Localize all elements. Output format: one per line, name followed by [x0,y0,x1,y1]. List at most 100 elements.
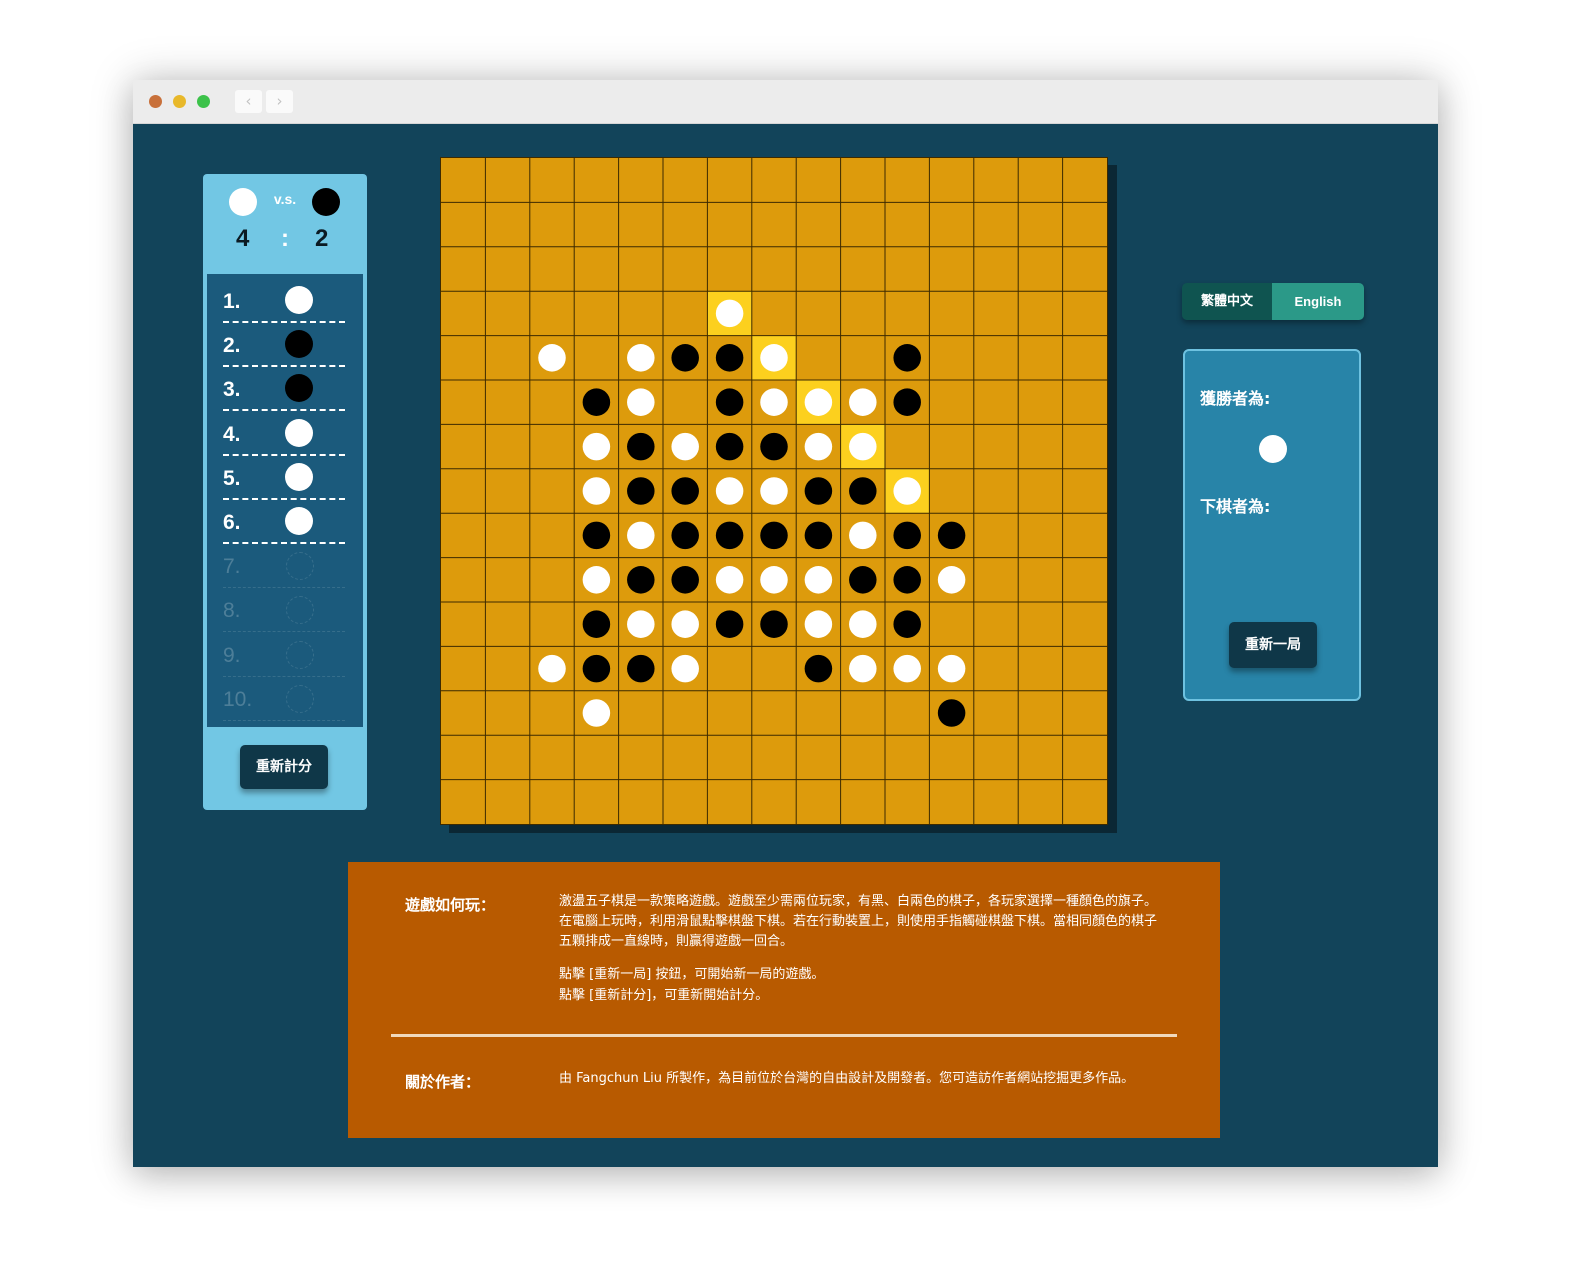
round-item: 10. [223,677,345,721]
white-stone [893,654,921,683]
new-game-button[interactable]: 重新一局 [1229,622,1317,668]
black-stone [715,432,744,461]
black-stone [804,521,833,550]
black-stone [627,566,655,594]
black-stone-icon [285,374,313,403]
versus-row: v.s. [203,187,367,217]
white-stone [715,566,744,594]
white-stone-icon [285,462,313,491]
score-panel: v.s. 4 : 2 1. 2. 3. 4. 5. 6. 7. 8. 9. 10. 重新計分 [203,174,367,810]
black-stone [893,610,921,638]
black-stone [671,566,699,594]
info-divider [391,1034,1177,1037]
black-stone [937,699,966,727]
minimize-window-button[interactable] [173,95,186,108]
black-stone [627,477,655,505]
white-stone-icon [285,286,313,314]
board-grid[interactable] [441,158,1109,826]
black-stone [582,610,611,638]
white-stone-icon [285,507,313,535]
gomoku-board[interactable] [440,157,1108,825]
black-stone [627,432,655,461]
white-score: 4 [236,225,250,252]
round-number: 3. [223,378,241,402]
maximize-window-button[interactable] [197,95,210,108]
empty-round-icon [286,552,314,581]
black-stone [893,566,921,594]
howto-text: 激盪五子棋是一款策略遊戲。遊戲至少需兩位玩家，有黑、白兩色的棋子，各玩家選擇一種… [559,894,1158,949]
round-item: 5. [223,456,345,500]
howto-line-new-game: 點擊 [重新一局] 按鈕，可開始新一局的遊戲。 [559,967,825,982]
white-stone [849,432,877,461]
black-stone [627,654,655,683]
white-stone [760,477,788,505]
lang-en-button[interactable]: English [1272,283,1364,320]
black-stone-icon [285,330,313,359]
black-stone [893,344,921,372]
white-stone-icon [285,418,313,447]
back-arrow-icon[interactable]: ‹ [235,90,262,113]
round-item: 2. [223,323,345,368]
round-number: 7. [223,555,241,579]
round-number: 2. [223,334,241,358]
round-number: 9. [223,643,241,667]
black-stone [804,477,833,505]
white-stone [760,566,788,594]
black-stone [760,610,788,638]
about-text: 由 Fangchun Liu 所製作，為目前位於台灣的自由設計及開發者。您可造訪… [559,1071,1135,1086]
white-stone [582,477,611,505]
white-stone [804,432,833,461]
empty-round-icon [286,684,314,713]
white-stone [671,432,699,461]
white-stone [804,566,833,594]
black-stone [937,521,966,550]
round-item: 6. [223,500,345,544]
forward-arrow-icon[interactable]: › [266,90,293,113]
black-stone [715,521,744,550]
round-item: 3. [223,367,345,412]
white-stone [760,388,788,416]
black-stone [582,388,611,416]
current-player-label: 下棋者為: [1200,497,1271,516]
white-stone [937,566,966,594]
white-stone [849,654,877,683]
white-stone [627,388,655,416]
black-stone [849,566,877,594]
black-stone [671,477,699,505]
winner-stone-icon [1259,435,1287,463]
close-window-button[interactable] [149,95,162,108]
round-number: 5. [223,466,241,490]
black-stone [893,388,921,416]
browser-window: ‹ › v.s. 4 : 2 1. 2. 3. 4. 5. 6. 7. 8. 9. 10. 重新計… [133,80,1438,1167]
white-stone [671,610,699,638]
white-stone [582,699,611,727]
empty-round-icon [286,596,314,625]
round-number: 10. [223,687,253,711]
lang-zh-button[interactable]: 繁體中文 [1182,283,1272,320]
black-stone-icon [312,188,340,216]
round-number: 4. [223,422,241,446]
black-stone [582,654,611,683]
round-number: 8. [223,599,241,623]
round-item: 7. [223,544,345,589]
game-status-panel: 獲勝者為: 下棋者為: 重新一局 [1183,349,1361,701]
white-stone [627,344,655,372]
black-stone [582,521,611,550]
white-stone [760,344,788,372]
about-heading: 關於作者： [405,1073,481,1091]
reset-score-button[interactable]: 重新計分 [240,745,328,789]
winner-label: 獲勝者為: [1200,389,1271,408]
white-stone [538,654,566,683]
round-number: 1. [223,290,241,313]
white-stone [538,344,566,372]
white-stone [893,477,921,505]
white-stone [849,610,877,638]
info-box: 遊戲如何玩： 激盪五子棋是一款策略遊戲。遊戲至少需兩位玩家，有黑、白兩色的棋子，… [348,862,1220,1138]
white-stone [715,299,744,328]
white-stone [804,610,833,638]
black-score: 2 [315,225,329,252]
round-item: 1. [223,279,345,323]
language-switch: 繁體中文 English [1182,283,1364,320]
white-stone [627,521,655,550]
white-stone [937,654,966,683]
